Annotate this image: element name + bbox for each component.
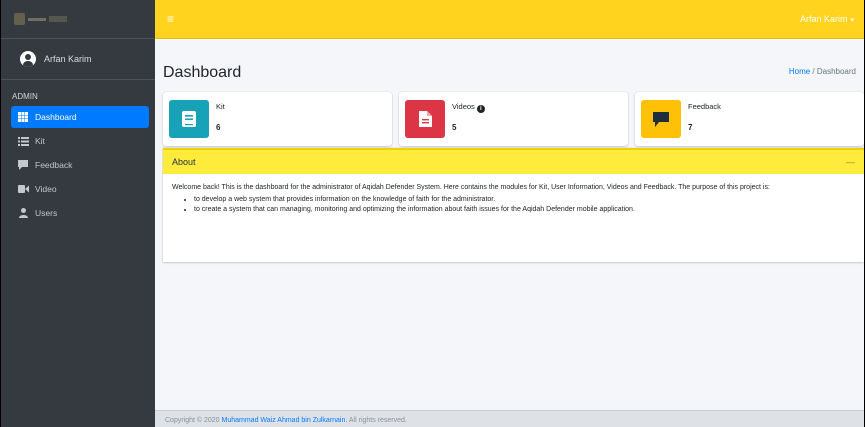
sidebar-item-label: Feedback	[35, 160, 73, 170]
footer-suffix: All rights reserved.	[347, 417, 407, 424]
about-card-header: About —	[163, 148, 864, 174]
footer-author-link[interactable]: Muhammad Waiz Ahmad bin Zulkarnain.	[222, 417, 348, 424]
info-box-label: Videos i	[452, 102, 485, 113]
page-title: Dashboard	[163, 64, 242, 81]
video-icon	[17, 184, 29, 194]
info-circle-icon: i	[476, 105, 485, 113]
info-box-videos[interactable]: Videos i 5	[399, 92, 628, 146]
sidebar-item-video[interactable]: Video	[11, 178, 149, 200]
sidebar-item-users[interactable]: Users	[11, 202, 149, 224]
sidebar-item-kit[interactable]: Kit	[11, 130, 149, 152]
sidebar-item-label: Users	[35, 208, 58, 218]
list-item: to develop a web system that provides in…	[194, 195, 855, 206]
sidebar-nav: Dashboard Kit Feedback Video Users	[1, 106, 155, 224]
user-menu-name: Arfan Karim	[799, 14, 848, 24]
info-box-value: 5	[452, 123, 457, 132]
sidebar-item-feedback[interactable]: Feedback	[11, 154, 149, 176]
info-box-value: 7	[688, 123, 693, 132]
sidebar-item-dashboard[interactable]: Dashboard	[11, 106, 149, 128]
avatar-icon	[20, 51, 36, 67]
sidebar-user-name[interactable]: Arfan Karim	[44, 54, 92, 64]
info-box-kit[interactable]: Kit 6	[163, 92, 392, 146]
brand[interactable]	[1, 0, 155, 39]
footer: Copyright © 2020 Muhammad Waiz Ahmad bin…	[155, 410, 864, 427]
file-icon	[405, 100, 445, 138]
about-card: About — Welcome back! This is the dashbo…	[163, 148, 864, 262]
caret-down-icon: ▾	[850, 17, 854, 24]
about-intro: Welcome back! This is the dashboard for …	[172, 184, 770, 191]
book-icon	[169, 100, 209, 138]
breadcrumb: Home / Dashboard	[789, 67, 856, 76]
user-menu-dropdown[interactable]: Arfan Karim ▾	[800, 14, 854, 24]
info-box-feedback[interactable]: Feedback 7	[635, 92, 864, 146]
sidebar: Arfan Karim ADMIN Dashboard Kit Feedback	[1, 0, 155, 427]
brand-logo	[14, 12, 74, 26]
comment-icon	[641, 100, 681, 138]
breadcrumb-separator: /	[810, 67, 817, 76]
grid-icon	[17, 112, 29, 122]
info-box-label: Feedback	[688, 102, 721, 111]
sidebar-item-label: Kit	[35, 136, 45, 146]
sidebar-item-label: Video	[35, 184, 57, 194]
info-box-value: 6	[216, 123, 221, 132]
main-content: Dashboard Home / Dashboard Kit 6 Videos …	[155, 40, 864, 410]
collapse-button[interactable]: —	[846, 157, 855, 167]
breadcrumb-home-link[interactable]: Home	[789, 67, 810, 76]
info-box-label: Kit	[216, 102, 225, 111]
user-icon	[17, 208, 29, 218]
sidebar-user-panel[interactable]: Arfan Karim	[1, 39, 155, 80]
sidebar-item-label: Dashboard	[35, 112, 77, 122]
nav-section-header: ADMIN	[12, 92, 38, 101]
about-card-body: Welcome back! This is the dashboard for …	[163, 174, 864, 225]
about-points: to develop a web system that provides in…	[172, 195, 855, 216]
info-box-label-text: Videos	[452, 102, 475, 111]
list-icon	[17, 136, 29, 146]
menu-toggle-icon[interactable]: ≡	[167, 12, 174, 26]
topbar: ≡ Arfan Karim ▾	[155, 0, 864, 39]
about-card-title: About	[172, 157, 196, 167]
comment-icon	[17, 160, 29, 170]
breadcrumb-current: Dashboard	[816, 67, 856, 76]
footer-prefix: Copyright © 2020	[165, 417, 222, 424]
list-item: to create a system that can managing, mo…	[194, 205, 855, 216]
